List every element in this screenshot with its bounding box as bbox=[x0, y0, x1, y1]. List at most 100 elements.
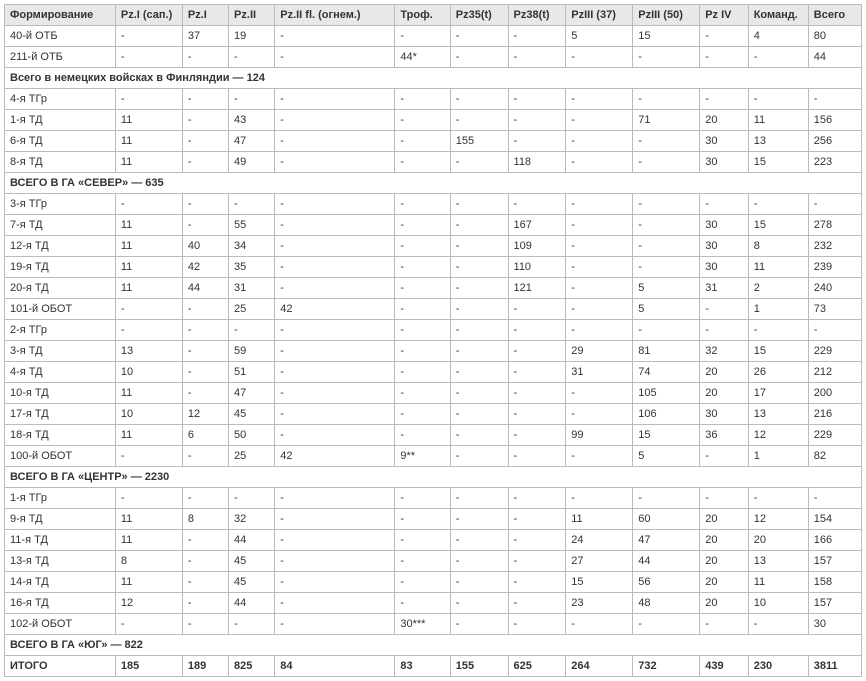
cell: 3-я ТГр bbox=[5, 194, 116, 215]
cell: 42 bbox=[182, 257, 228, 278]
col-header: PzIII (50) bbox=[633, 5, 700, 26]
cell: 109 bbox=[508, 236, 566, 257]
cell: 47 bbox=[633, 530, 700, 551]
cell: 11 bbox=[115, 278, 182, 299]
cell: 166 bbox=[808, 530, 861, 551]
cell: - bbox=[566, 47, 633, 68]
cell: - bbox=[700, 614, 749, 635]
data-row: 4-я ТГр------------ bbox=[5, 89, 862, 110]
section-label: ВСЕГО В ГА «ЮГ» — 822 bbox=[5, 635, 862, 656]
cell: - bbox=[275, 215, 395, 236]
cell: 24 bbox=[566, 530, 633, 551]
cell: 20 bbox=[748, 530, 808, 551]
cell: - bbox=[395, 215, 450, 236]
cell: - bbox=[395, 530, 450, 551]
cell: 11 bbox=[115, 509, 182, 530]
cell: 157 bbox=[808, 551, 861, 572]
cell: 30 bbox=[700, 131, 749, 152]
cell: - bbox=[450, 320, 508, 341]
cell: 232 bbox=[808, 236, 861, 257]
cell: 20 bbox=[700, 509, 749, 530]
cell: - bbox=[566, 257, 633, 278]
cell: - bbox=[566, 215, 633, 236]
cell: - bbox=[395, 257, 450, 278]
cell: - bbox=[808, 194, 861, 215]
cell: 264 bbox=[566, 656, 633, 677]
cell: - bbox=[450, 614, 508, 635]
cell: - bbox=[450, 110, 508, 131]
cell: - bbox=[808, 488, 861, 509]
section-label: ВСЕГО В ГА «СЕВЕР» — 635 bbox=[5, 173, 862, 194]
cell: - bbox=[275, 572, 395, 593]
cell: - bbox=[395, 152, 450, 173]
cell: - bbox=[450, 362, 508, 383]
cell: 11 bbox=[115, 215, 182, 236]
cell: 20 bbox=[700, 362, 749, 383]
cell: - bbox=[395, 89, 450, 110]
cell: 30*** bbox=[395, 614, 450, 635]
cell: 20 bbox=[700, 383, 749, 404]
cell: - bbox=[275, 194, 395, 215]
cell: - bbox=[508, 299, 566, 320]
cell: - bbox=[275, 341, 395, 362]
cell: - bbox=[229, 47, 275, 68]
cell: 13 bbox=[748, 404, 808, 425]
cell: - bbox=[115, 614, 182, 635]
cell: 223 bbox=[808, 152, 861, 173]
cell: 44 bbox=[808, 47, 861, 68]
data-row: 9-я ТД11832----11602012154 bbox=[5, 509, 862, 530]
cell: - bbox=[566, 299, 633, 320]
cell: - bbox=[182, 299, 228, 320]
cell: - bbox=[450, 341, 508, 362]
cell: 4 bbox=[748, 26, 808, 47]
cell: 42 bbox=[275, 446, 395, 467]
cell: 13-я ТД bbox=[5, 551, 116, 572]
cell: - bbox=[229, 614, 275, 635]
col-header: Pz.II fl. (огнем.) bbox=[275, 5, 395, 26]
cell: - bbox=[395, 425, 450, 446]
cell: - bbox=[182, 383, 228, 404]
cell: - bbox=[275, 425, 395, 446]
section-label: Всего в немецких войсках в Финляндии — 1… bbox=[5, 68, 862, 89]
cell: 11 bbox=[115, 383, 182, 404]
cell: 12-я ТД bbox=[5, 236, 116, 257]
cell: - bbox=[508, 194, 566, 215]
cell: 35 bbox=[229, 257, 275, 278]
cell: 157 bbox=[808, 593, 861, 614]
data-row: 14-я ТД11-45----15562011158 bbox=[5, 572, 862, 593]
cell: 229 bbox=[808, 425, 861, 446]
cell: - bbox=[275, 509, 395, 530]
cell: - bbox=[450, 593, 508, 614]
cell: 106 bbox=[633, 404, 700, 425]
cell: 3-я ТД bbox=[5, 341, 116, 362]
cell: 12 bbox=[748, 509, 808, 530]
cell: 15 bbox=[748, 215, 808, 236]
cell: - bbox=[115, 194, 182, 215]
cell: 229 bbox=[808, 341, 861, 362]
cell: 10 bbox=[748, 593, 808, 614]
cell: - bbox=[450, 530, 508, 551]
cell: 20 bbox=[700, 530, 749, 551]
cell: 189 bbox=[182, 656, 228, 677]
cell: - bbox=[508, 47, 566, 68]
cell: 8 bbox=[115, 551, 182, 572]
data-row: 17-я ТД101245-----1063013216 bbox=[5, 404, 862, 425]
cell: 56 bbox=[633, 572, 700, 593]
cell: - bbox=[395, 320, 450, 341]
col-header: Pz.II bbox=[229, 5, 275, 26]
cell: - bbox=[275, 110, 395, 131]
cell: - bbox=[450, 488, 508, 509]
cell: 121 bbox=[508, 278, 566, 299]
cell: 13 bbox=[748, 131, 808, 152]
cell: - bbox=[395, 404, 450, 425]
cell: 20 bbox=[700, 572, 749, 593]
cell: 59 bbox=[229, 341, 275, 362]
cell: - bbox=[633, 320, 700, 341]
cell: 83 bbox=[395, 656, 450, 677]
cell: - bbox=[508, 614, 566, 635]
cell: 51 bbox=[229, 362, 275, 383]
cell: 11 bbox=[748, 257, 808, 278]
cell: 50 bbox=[229, 425, 275, 446]
cell: - bbox=[275, 152, 395, 173]
cell: - bbox=[566, 614, 633, 635]
